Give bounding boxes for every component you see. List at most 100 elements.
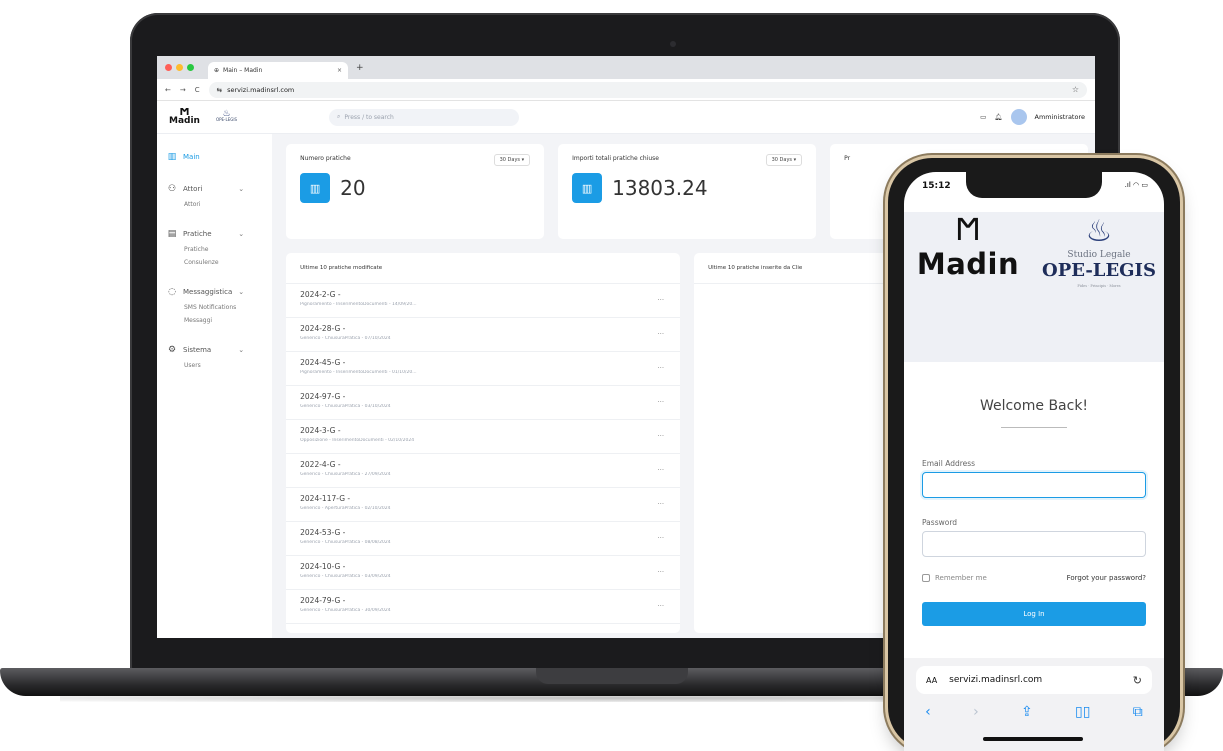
pratica-description: Pignoramento - InserimentoDocumenti - 14… xyxy=(300,302,417,307)
list-item[interactable]: 2024-117-G - Generico - AperturaPratica -… xyxy=(286,488,681,522)
email-field[interactable] xyxy=(922,472,1146,498)
chevron-down-icon[interactable]: ⌄ xyxy=(238,346,244,354)
back-arrow-icon[interactable]: ← xyxy=(165,86,171,94)
more-options-icon[interactable]: ··· xyxy=(657,296,664,304)
sidebar-subitem-sms[interactable]: SMS Notifications xyxy=(157,301,272,314)
sidebar-item-attori[interactable]: ⚇ Attori ⌄ xyxy=(157,180,272,198)
recent-modified-list: Ultime 10 pratiche modificate 2024-2-G -… xyxy=(286,253,681,633)
avatar[interactable] xyxy=(1010,109,1027,125)
battery-icon: ▭ xyxy=(1141,181,1148,189)
close-tab-icon[interactable]: × xyxy=(337,67,342,74)
reader-aa-icon[interactable]: AA xyxy=(926,676,937,685)
pratica-description: Generico - ChiusuraPratica - 03/10/2024 xyxy=(300,404,391,409)
more-options-icon[interactable]: ··· xyxy=(657,534,664,542)
people-icon: ⚇ xyxy=(167,184,177,194)
list-item[interactable]: 2024-97-G - Generico - ChiusuraPratica - … xyxy=(286,386,681,420)
pratica-description: Generico - ChiusuraPratica - 03/09/2024 xyxy=(300,574,391,579)
app-header: Ϻ Madin ♨ OPE-LEGIS ⌕ Press / to search … xyxy=(157,101,1095,134)
forward-arrow-icon[interactable]: → xyxy=(180,86,186,94)
sidebar-subitem-attori[interactable]: Attori xyxy=(157,198,272,211)
close-window-button[interactable] xyxy=(165,64,172,71)
motto-text: Fides · Principis · Mores xyxy=(1077,284,1121,288)
maximize-window-button[interactable] xyxy=(187,64,194,71)
sidebar-subitem-messaggi[interactable]: Messaggi xyxy=(157,314,272,327)
more-options-icon[interactable]: ··· xyxy=(657,500,664,508)
more-options-icon[interactable]: ··· xyxy=(657,364,664,372)
email-label: Email Address xyxy=(922,459,976,468)
forgot-password-link[interactable]: Forgot your password? xyxy=(1067,574,1146,582)
list-item[interactable]: 2024-53-G - Generico - ChiusuraPratica - … xyxy=(286,522,681,556)
chevron-down-icon[interactable]: ⌄ xyxy=(238,185,244,193)
pratica-description: Generico - ChiusuraPratica - 07/10/2024 xyxy=(300,336,391,341)
back-arrow-icon[interactable]: ‹ xyxy=(925,704,931,720)
reload-icon[interactable]: C xyxy=(195,86,200,94)
user-name[interactable]: Amministratore xyxy=(1035,113,1086,121)
url-text: servizi.madinsrl.com xyxy=(227,85,295,94)
list-item[interactable]: 2024-45-G - Pignoramento - InserimentoDoc… xyxy=(286,352,681,386)
search-input[interactable]: ⌕ Press / to search xyxy=(329,108,519,126)
globe-icon: ⊕ xyxy=(214,67,220,74)
site-settings-icon[interactable]: ⇆ xyxy=(217,86,222,94)
password-field[interactable] xyxy=(922,531,1146,557)
more-options-icon[interactable]: ··· xyxy=(657,432,664,440)
list-item[interactable]: 2024-10-G - Generico - ChiusuraPratica - … xyxy=(286,556,681,590)
pratica-code: 2024-79-G - xyxy=(300,596,346,605)
tabs-icon[interactable]: ⧉ xyxy=(1133,704,1143,720)
sidebar-subitem-consulenze[interactable]: Consulenze xyxy=(157,256,272,269)
pratica-description: Opposizione - InserimentoDocumenti - 02/… xyxy=(300,438,415,443)
more-options-icon[interactable]: ··· xyxy=(657,398,664,406)
sidebar-item-sistema[interactable]: ⚙ Sistema ⌄ xyxy=(157,341,272,359)
list-item[interactable]: 2024-79-G - Generico - ChiusuraPratica - … xyxy=(286,590,681,624)
safari-address-bar[interactable]: AA servizi.madinsrl.com ↻ xyxy=(916,666,1152,694)
remember-checkbox[interactable] xyxy=(922,574,930,582)
sidebar-item-messaggistica[interactable]: ◌ Messaggistica ⌄ xyxy=(157,283,272,301)
search-placeholder: Press / to search xyxy=(344,113,394,121)
address-bar[interactable]: ⇆ servizi.madinsrl.com ☆ xyxy=(208,81,1087,98)
chevron-down-icon[interactable]: ⌄ xyxy=(238,230,244,238)
bell-icon[interactable]: 🔔︎ xyxy=(994,113,1002,121)
welcome-heading: Welcome Back! xyxy=(979,398,1089,414)
new-tab-button[interactable]: + xyxy=(356,63,364,73)
list-item[interactable]: 2024-28-G - Generico - ChiusuraPratica - … xyxy=(286,318,681,352)
bookmarks-icon[interactable]: ▯▯ xyxy=(1075,704,1090,720)
kpi-card-numero-pratiche: Numero pratiche 30 Days ▾ ▥ 20 xyxy=(286,144,545,239)
more-options-icon[interactable]: ··· xyxy=(657,568,664,576)
kpi-card-importi: Importi totali pratiche chiuse 30 Days ▾… xyxy=(558,144,817,239)
forward-arrow-icon[interactable]: › xyxy=(973,704,979,720)
more-options-icon[interactable]: ··· xyxy=(657,602,664,610)
reload-icon[interactable]: ↻ xyxy=(1133,674,1142,687)
period-select[interactable]: 30 Days ▾ xyxy=(765,154,803,166)
sidebar-group-attori: ⚇ Attori ⌄ Attori xyxy=(157,180,272,211)
chevron-down-icon[interactable]: ⌄ xyxy=(238,288,244,296)
minimize-window-button[interactable] xyxy=(176,64,183,71)
sidebar-group-messaggistica: ◌ Messaggistica ⌄ SMS Notifications Mess… xyxy=(157,283,272,327)
monitor-icon[interactable]: ▭ xyxy=(980,113,986,121)
list-item[interactable]: 2022-4-G - Generico - ChiusuraPratica - 2… xyxy=(286,454,681,488)
more-options-icon[interactable]: ··· xyxy=(657,466,664,474)
list-item[interactable]: 2024-3-G - Opposizione - InserimentoDocum… xyxy=(286,420,681,454)
share-icon[interactable]: ⇪ xyxy=(1021,704,1033,720)
pratica-code: 2024-53-G - xyxy=(300,528,346,537)
sidebar-item-pratiche[interactable]: ▤ Pratiche ⌄ xyxy=(157,225,272,243)
gear-icon: ⚙ xyxy=(167,345,177,355)
browser-toolbar: ← → C ⇆ servizi.madinsrl.com ☆ xyxy=(157,79,1095,101)
pratica-code: 2024-45-G - xyxy=(300,358,346,367)
ope-legis-text: OPE-LEGIS xyxy=(1042,260,1156,281)
madin-logo[interactable]: Ϻ Madin xyxy=(169,108,200,126)
pratica-code: 2024-28-G - xyxy=(300,324,346,333)
sidebar-subitem-users[interactable]: Users xyxy=(157,359,272,372)
pratica-code: 2024-117-G - xyxy=(300,494,351,503)
login-button[interactable]: Log In xyxy=(922,602,1146,626)
list-item[interactable]: 2024-2-G - Pignoramento - InserimentoDocu… xyxy=(286,284,681,318)
remember-me[interactable]: Remember me xyxy=(922,574,987,582)
bookmark-star-icon[interactable]: ☆ xyxy=(1072,85,1079,94)
chart-icon: ▥ xyxy=(300,173,331,203)
ope-legis-logo-large: ♨ Studio Legale OPE-LEGIS Fides · Princi… xyxy=(1039,214,1159,288)
sidebar-subitem-pratiche[interactable]: Pratiche xyxy=(157,243,272,256)
chevron-down-icon: ▾ xyxy=(793,157,797,163)
browser-tab[interactable]: ⊕ Main – Madin × xyxy=(208,62,348,79)
sidebar-item-main[interactable]: ▥ Main xyxy=(157,148,272,166)
ope-legis-logo: ♨ OPE-LEGIS xyxy=(216,110,237,123)
period-select[interactable]: 30 Days ▾ xyxy=(493,154,531,166)
more-options-icon[interactable]: ··· xyxy=(657,330,664,338)
